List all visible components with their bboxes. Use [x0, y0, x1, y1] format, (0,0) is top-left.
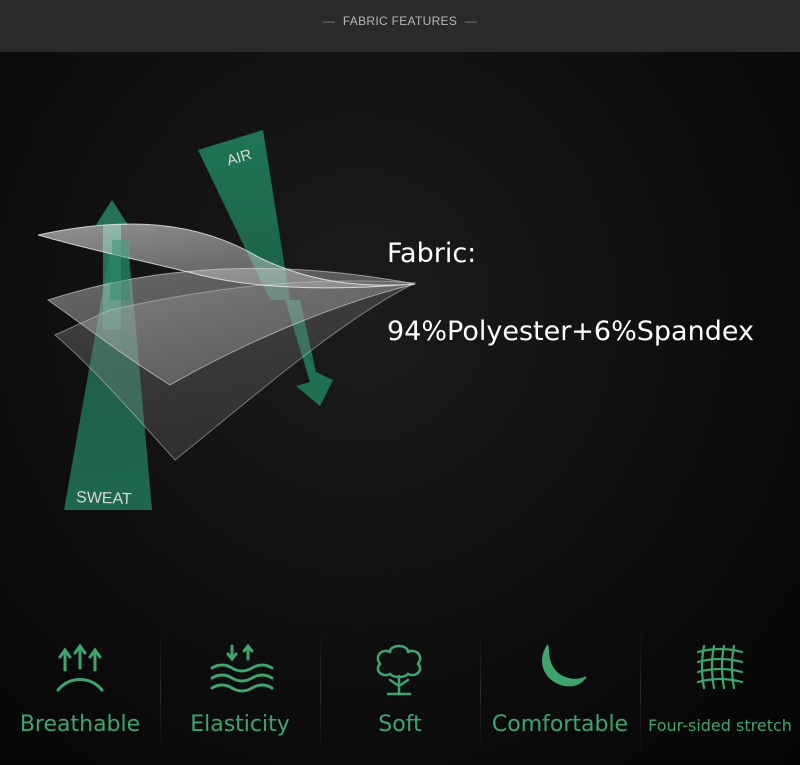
title-dash-right: —: [464, 14, 478, 28]
fabric-composition: 94%Polyester+6%Spandex: [387, 316, 754, 347]
header-bar: — FABRIC FEATURES —: [0, 0, 800, 52]
fabric-label: Fabric:: [387, 238, 477, 269]
feature-elasticity: Elasticity: [160, 622, 320, 765]
section-title: — FABRIC FEATURES —: [319, 14, 481, 28]
feature-list: Breathable Elasticity Soft Comfortable F…: [0, 622, 800, 765]
sweat-label: SWEAT: [76, 489, 132, 508]
feature-breathable: Breathable: [0, 622, 160, 765]
elasticity-icon: [210, 643, 274, 693]
feature-label: Comfortable: [491, 712, 629, 737]
title-dash-left: —: [322, 14, 336, 28]
section-title-text: FABRIC FEATURES: [342, 14, 458, 28]
feature-four-sided-stretch: Four-sided stretch: [640, 622, 800, 765]
feature-label: Soft: [378, 712, 422, 737]
feature-label: Breathable: [19, 712, 141, 737]
comfortable-leaf-icon: [542, 644, 587, 687]
feature-soft: Soft: [320, 622, 480, 765]
feature-label: Four-sided stretch: [648, 716, 792, 735]
fabric-layers-illustration: AIR SWEAT: [37, 130, 417, 510]
soft-cotton-icon: [376, 644, 422, 696]
feature-comfortable: Comfortable: [480, 622, 640, 765]
fabric-features-page: — FABRIC FEATURES — AIR SWEAT Fabric: 94…: [0, 0, 800, 765]
breathable-icon: [56, 643, 104, 692]
feature-label: Elasticity: [190, 712, 290, 737]
four-sided-stretch-icon: [696, 644, 744, 690]
